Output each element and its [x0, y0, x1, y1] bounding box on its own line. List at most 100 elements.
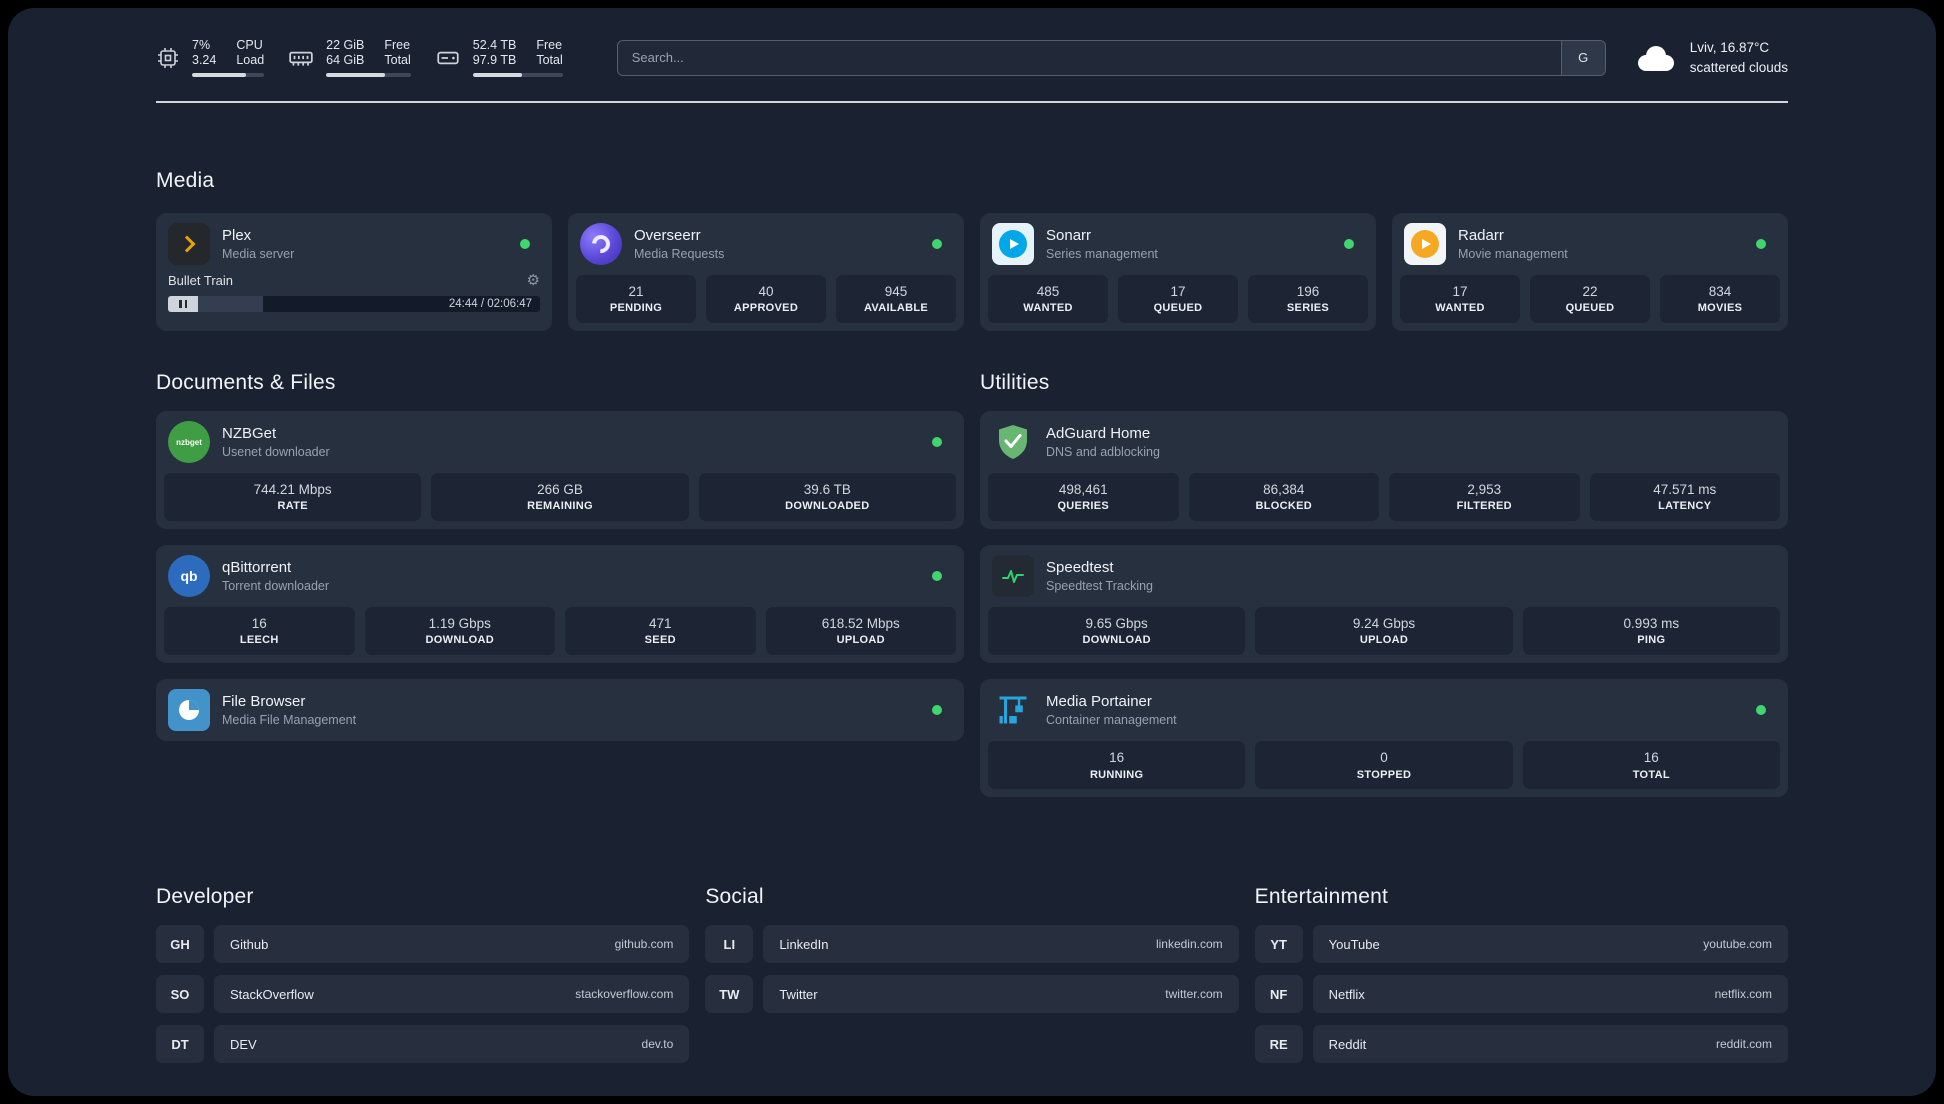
weather-widget: Lviv, 16.87°C scattered clouds: [1632, 38, 1788, 77]
stat-value: 86,384: [1263, 482, 1305, 498]
bookmark-url: youtube.com: [1703, 937, 1772, 952]
stat-value: 22: [1582, 284, 1598, 300]
bookmark-url: reddit.com: [1715, 1037, 1772, 1052]
bookmark-link[interactable]: Twitter twitter.com: [763, 975, 1239, 1014]
disk-free-value: 52.4 TB: [472, 38, 517, 53]
stat-tile: 1.19 Gbps DOWNLOAD: [364, 607, 555, 656]
stat-label: LATENCY: [1658, 500, 1712, 513]
search-input[interactable]: [617, 40, 1561, 75]
section-social: Social LI LinkedIn linkedin.com TW Twitt…: [705, 885, 1239, 1014]
stat-label: SEED: [644, 634, 676, 647]
stat-tile: 834 MOVIES: [1660, 275, 1780, 324]
app-card-overseerr[interactable]: Overseerr Media Requests 21 PENDING 40 A…: [568, 213, 964, 332]
settings-gear-icon[interactable]: ⚙: [527, 273, 540, 288]
app-name: Media Portainer: [1046, 693, 1152, 711]
stat-tile: 0.993 ms PING: [1522, 607, 1780, 656]
cpu-load-value: 3.24: [192, 53, 217, 68]
pause-button[interactable]: [168, 296, 198, 313]
app-card-qbittorrent[interactable]: qb qBittorrent Torrent downloader 16 LEE…: [156, 545, 964, 664]
stat-value: 834: [1708, 284, 1732, 300]
stat-label: AVAILABLE: [863, 302, 928, 315]
app-card-plex[interactable]: Plex Media server Bullet Train ⚙ 24:44 /…: [156, 213, 552, 332]
stat-label: QUERIES: [1057, 500, 1110, 513]
disk-usage-bar: [472, 73, 563, 78]
stat-tile: 39.6 TB DOWNLOADED: [698, 473, 956, 522]
memory-widget: 22 GiB Free 64 GiB Total: [288, 38, 411, 78]
bookmark-link[interactable]: LinkedIn linkedin.com: [763, 925, 1239, 964]
stat-label: PENDING: [609, 302, 663, 315]
stat-value: 498,461: [1058, 482, 1108, 498]
bookmark-link[interactable]: DEV dev.to: [214, 1025, 690, 1064]
memory-icon: [288, 45, 314, 71]
status-dot: [1756, 239, 1766, 250]
section-title-media: Media: [156, 169, 215, 193]
cpu-chip-icon: [156, 46, 180, 70]
stat-tile: 945 AVAILABLE: [836, 275, 956, 324]
search-provider-button[interactable]: G: [1560, 40, 1605, 75]
stat-label: WANTED: [1435, 302, 1485, 315]
bookmark-name: LinkedIn: [779, 936, 829, 952]
stat-value: 744.21 Mbps: [253, 482, 332, 498]
stat-value: 9.65 Gbps: [1085, 616, 1148, 632]
status-dot: [932, 437, 942, 448]
playback-progress-bar[interactable]: 24:44 / 02:06:47: [198, 296, 540, 313]
app-subtitle: Movie management: [1458, 246, 1568, 261]
bookmark-abbr[interactable]: DT: [156, 1025, 204, 1064]
stat-tile: 2,953 FILTERED: [1389, 473, 1580, 522]
bookmark-link[interactable]: StackOverflow stackoverflow.com: [214, 975, 690, 1014]
stat-label: TOTAL: [1632, 768, 1670, 781]
app-card-radarr[interactable]: Radarr Movie management 17 WANTED 22 QUE…: [1392, 213, 1788, 332]
app-card-portainer[interactable]: Media Portainer Container management 16 …: [980, 679, 1788, 798]
bookmark-abbr[interactable]: NF: [1254, 975, 1303, 1014]
bookmark-abbr[interactable]: LI: [705, 925, 754, 964]
stat-tile: 16 LEECH: [164, 607, 355, 656]
stat-tile: 17 QUEUED: [1118, 275, 1238, 324]
disk-free-label: Free: [536, 38, 563, 53]
stat-tile: 16 RUNNING: [988, 741, 1246, 790]
app-card-filebrowser[interactable]: File Browser Media File Management: [156, 679, 964, 742]
stat-label: SERIES: [1286, 302, 1330, 315]
bookmark-name: Twitter: [779, 986, 818, 1002]
stat-label: WANTED: [1023, 302, 1073, 315]
stat-label: LEECH: [239, 634, 279, 647]
bookmark-link[interactable]: YouTube youtube.com: [1312, 925, 1788, 964]
stat-value: 0: [1380, 750, 1388, 766]
cpu-percent: 7%: [192, 38, 211, 53]
bookmark-netflix: NF Netflix netflix.com: [1254, 975, 1788, 1014]
app-card-nzbget[interactable]: nzbget NZBGet Usenet downloader 744.21 M…: [156, 411, 964, 530]
stat-label: REMAINING: [527, 500, 593, 513]
app-name: AdGuard Home: [1046, 425, 1151, 443]
app-card-speedtest[interactable]: Speedtest Speedtest Tracking 9.65 Gbps D…: [980, 545, 1788, 664]
bookmark-abbr[interactable]: YT: [1254, 925, 1303, 964]
bookmark-abbr[interactable]: GH: [156, 925, 204, 964]
speedtest-icon: [992, 555, 1034, 598]
disk-total-value: 97.9 TB: [472, 53, 517, 68]
bookmark-link[interactable]: Netflix netflix.com: [1312, 975, 1788, 1014]
stat-label: DOWNLOAD: [425, 634, 494, 647]
bookmark-github: GH Github github.com: [156, 925, 690, 964]
stat-value: 266 GB: [537, 482, 583, 498]
app-subtitle: Torrent downloader: [222, 578, 330, 593]
bookmark-abbr[interactable]: TW: [705, 975, 754, 1014]
app-name: Sonarr: [1046, 227, 1092, 245]
bookmark-url: twitter.com: [1165, 987, 1223, 1002]
bookmark-link[interactable]: Reddit reddit.com: [1312, 1025, 1788, 1064]
disk-icon: [435, 45, 461, 71]
stat-tile: 21 PENDING: [576, 275, 696, 324]
stat-tile: 9.24 Gbps UPLOAD: [1255, 607, 1513, 656]
stat-value: 16: [1109, 750, 1125, 766]
section-developer: Developer GH Github github.com SO StackO…: [156, 885, 690, 1064]
bookmark-abbr[interactable]: SO: [156, 975, 204, 1014]
app-card-adguard[interactable]: AdGuard Home DNS and adblocking 498,461 …: [980, 411, 1788, 530]
stat-label: RUNNING: [1089, 768, 1144, 781]
app-subtitle: Speedtest Tracking: [1046, 578, 1154, 593]
bookmark-name: YouTube: [1328, 936, 1380, 952]
stat-label: UPLOAD: [1359, 634, 1409, 647]
bookmark-abbr[interactable]: RE: [1254, 1025, 1303, 1064]
bookmark-link[interactable]: Github github.com: [214, 925, 690, 964]
app-subtitle: Media server: [222, 246, 295, 261]
plex-now-playing: Bullet Train ⚙ 24:44 / 02:06:47: [164, 273, 544, 314]
app-card-sonarr[interactable]: Sonarr Series management 485 WANTED 17 Q…: [980, 213, 1376, 332]
stat-tile: 9.65 Gbps DOWNLOAD: [988, 607, 1246, 656]
app-name: NZBGet: [222, 425, 277, 443]
